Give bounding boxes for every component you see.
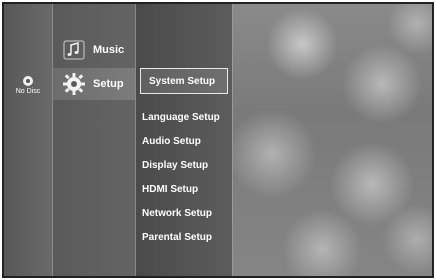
disc-status-label: No Disc xyxy=(15,88,41,95)
gear-icon xyxy=(61,72,87,96)
setup-item-parental[interactable]: Parental Setup xyxy=(142,232,212,243)
setup-submenu-list: System Setup Language Setup Audio Setup … xyxy=(136,4,232,276)
screen-frame: No Disc Music Setup System Setup Languag… xyxy=(2,2,434,278)
setup-submenu: System Setup Language Setup Audio Setup … xyxy=(136,4,233,276)
main-menu-item-music[interactable]: Music xyxy=(53,34,135,66)
setup-item-display[interactable]: Display Setup xyxy=(142,160,208,171)
disc-status: No Disc xyxy=(4,76,52,95)
setup-item-language[interactable]: Language Setup xyxy=(142,112,220,123)
setup-item-system[interactable]: System Setup xyxy=(140,68,228,94)
setup-item-network[interactable]: Network Setup xyxy=(142,208,212,219)
disc-status-panel: No Disc xyxy=(4,4,53,276)
main-menu-item-setup[interactable]: Setup xyxy=(53,68,135,100)
setup-item-audio[interactable]: Audio Setup xyxy=(142,136,201,147)
setup-item-hdmi[interactable]: HDMI Setup xyxy=(142,184,198,195)
main-menu: Music Setup xyxy=(53,4,136,276)
background-image xyxy=(232,4,432,276)
music-note-icon xyxy=(61,38,87,62)
blu-ray-setup-screen: No Disc Music Setup System Setup Languag… xyxy=(0,0,436,280)
main-menu-label: Music xyxy=(93,44,125,56)
disc-icon xyxy=(23,76,33,86)
main-menu-label: Setup xyxy=(93,78,124,90)
